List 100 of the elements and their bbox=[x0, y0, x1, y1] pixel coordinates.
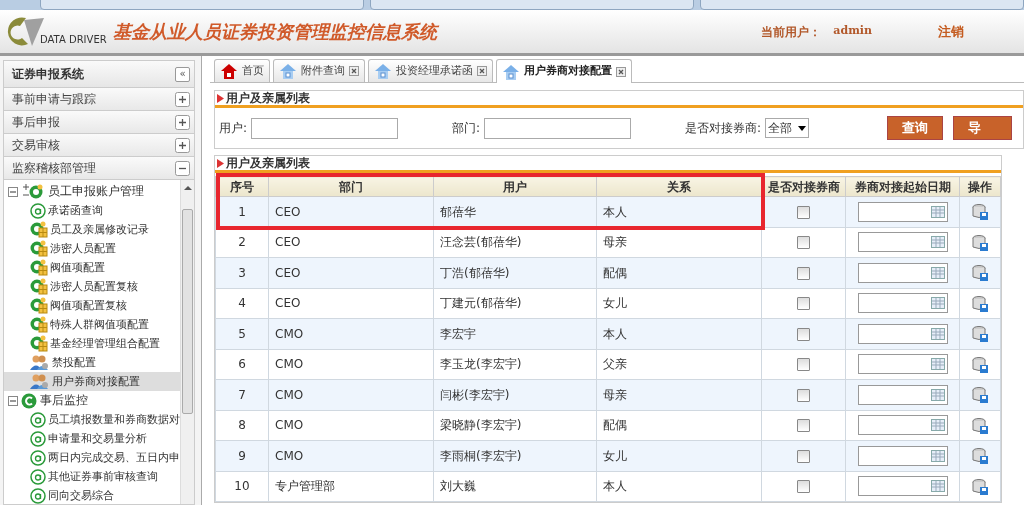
tree-item[interactable]: 阀值项配置复核 bbox=[4, 296, 180, 315]
input-field[interactable] bbox=[251, 117, 399, 139]
collapse-toggle[interactable] bbox=[8, 186, 18, 197]
tab[interactable]: 用户券商对接配置 bbox=[496, 59, 632, 83]
checkbox[interactable] bbox=[797, 449, 810, 463]
save-icon[interactable] bbox=[971, 355, 989, 374]
checkbox[interactable] bbox=[797, 327, 810, 341]
select-field[interactable]: 全部 bbox=[765, 118, 810, 138]
tree-item[interactable]: 两日内完成交易、五日内申 bbox=[4, 448, 180, 467]
date-field[interactable] bbox=[857, 293, 948, 314]
table-cell: 专户管理部 bbox=[268, 471, 434, 502]
collapse-button[interactable]: « bbox=[175, 66, 190, 82]
tree-item[interactable]: 禁投配置 bbox=[4, 353, 180, 372]
tree-item[interactable]: 用户券商对接配置 bbox=[4, 372, 180, 391]
calendar-icon[interactable] bbox=[930, 388, 945, 401]
tree-item[interactable]: 同向交易综合 bbox=[4, 486, 180, 504]
calendar-icon[interactable] bbox=[930, 480, 945, 493]
plus-icon[interactable] bbox=[175, 114, 190, 130]
save-icon[interactable] bbox=[971, 447, 989, 465]
checkbox[interactable] bbox=[797, 419, 810, 433]
users-icon bbox=[30, 373, 50, 390]
settings-page-icon bbox=[30, 221, 48, 238]
calendar-icon[interactable] bbox=[930, 205, 945, 218]
plus-icon[interactable] bbox=[175, 137, 190, 153]
checkbox[interactable] bbox=[797, 266, 810, 280]
table-cell: 5 bbox=[215, 318, 269, 349]
section-label[interactable]: 事后申报 bbox=[12, 113, 60, 131]
field-label: 部门: bbox=[452, 120, 481, 137]
tree-item[interactable]: 涉密人员配置 bbox=[4, 239, 180, 258]
table-cell: 母亲 bbox=[596, 379, 762, 410]
panel-title: 用户及亲属列表 bbox=[226, 155, 310, 172]
date-field[interactable] bbox=[857, 323, 948, 344]
calendar-icon[interactable] bbox=[930, 266, 945, 279]
scroll-up-icon[interactable] bbox=[183, 185, 192, 191]
table-cell: CMO bbox=[268, 318, 434, 349]
minus-icon[interactable] bbox=[175, 160, 190, 176]
tree-item[interactable]: 员工填报数量和券商数据对 bbox=[4, 410, 180, 429]
calendar-icon[interactable] bbox=[930, 327, 945, 340]
tree-folder[interactable]: 员工申报账户管理 bbox=[48, 182, 144, 201]
save-icon[interactable] bbox=[971, 233, 989, 252]
tree-item[interactable]: 涉密人员配置复核 bbox=[4, 277, 180, 296]
save-icon[interactable] bbox=[971, 477, 989, 496]
close-icon[interactable] bbox=[616, 66, 626, 77]
checkbox[interactable] bbox=[797, 358, 810, 372]
plus-icon[interactable] bbox=[175, 91, 190, 107]
table-cell: 母亲 bbox=[596, 227, 762, 258]
calendar-icon[interactable] bbox=[930, 236, 945, 249]
save-icon[interactable] bbox=[971, 416, 989, 435]
export-button[interactable]: 导 bbox=[953, 116, 1013, 140]
date-field[interactable] bbox=[857, 354, 948, 375]
query-button[interactable]: 查询 bbox=[887, 116, 944, 140]
date-field[interactable] bbox=[857, 415, 948, 436]
calendar-icon[interactable] bbox=[930, 358, 945, 371]
date-field[interactable] bbox=[857, 262, 948, 283]
table-cell: CMO bbox=[268, 349, 434, 380]
table-cell: 2 bbox=[215, 227, 269, 258]
section-label[interactable]: 交易审核 bbox=[12, 136, 60, 154]
checkbox[interactable] bbox=[797, 480, 810, 494]
date-field[interactable] bbox=[857, 445, 948, 466]
table-cell: 李雨桐(李宏宇) bbox=[433, 440, 597, 471]
date-field[interactable] bbox=[857, 384, 948, 405]
date-field[interactable] bbox=[857, 201, 948, 222]
close-icon[interactable] bbox=[349, 66, 359, 76]
tree-item[interactable]: 基金经理管理组合配置 bbox=[4, 334, 180, 353]
tree-item[interactable]: 特殊人群阀值项配置 bbox=[4, 315, 180, 334]
settings-page-icon bbox=[30, 259, 48, 276]
tree-item[interactable]: 阀值项配置 bbox=[4, 258, 180, 277]
page-icon bbox=[30, 202, 46, 219]
checkbox[interactable] bbox=[797, 205, 810, 219]
date-field[interactable] bbox=[857, 476, 948, 497]
table-cell: 配偶 bbox=[596, 257, 762, 288]
checkbox[interactable] bbox=[797, 388, 810, 402]
calendar-icon[interactable] bbox=[930, 419, 945, 432]
tree-item[interactable]: 申请量和交易量分析 bbox=[4, 429, 180, 448]
tab[interactable]: 首页 bbox=[214, 59, 270, 82]
checkbox[interactable] bbox=[797, 297, 810, 311]
close-icon[interactable] bbox=[477, 66, 487, 76]
collapse-toggle[interactable] bbox=[8, 395, 18, 406]
panel-title: 用户及亲属列表 bbox=[226, 90, 310, 107]
checkbox[interactable] bbox=[797, 236, 810, 250]
tab[interactable]: 投资经理承诺函 bbox=[368, 59, 493, 82]
tree-folder[interactable]: 事后监控 bbox=[40, 391, 88, 410]
tree-item[interactable]: 其他证券事前审核查询 bbox=[4, 467, 180, 486]
table-cell: 3 bbox=[215, 257, 269, 288]
calendar-icon[interactable] bbox=[930, 449, 945, 462]
tab[interactable]: 附件查询 bbox=[273, 59, 365, 82]
save-icon[interactable] bbox=[971, 325, 989, 343]
save-icon[interactable] bbox=[971, 294, 989, 313]
date-field[interactable] bbox=[857, 232, 948, 253]
table-cell: 丁建元(郁蓓华) bbox=[433, 288, 597, 319]
save-icon[interactable] bbox=[971, 264, 989, 282]
input-field[interactable] bbox=[484, 117, 632, 139]
save-icon[interactable] bbox=[971, 203, 989, 221]
field-label: 是否对接券商: bbox=[685, 120, 762, 137]
scrollbar[interactable] bbox=[180, 180, 194, 504]
logout-link[interactable]: 注销 bbox=[938, 21, 964, 42]
tree-item[interactable]: 员工及亲属修改记录 bbox=[4, 220, 180, 239]
tree-item[interactable]: 承诺函查询 bbox=[4, 201, 180, 220]
save-icon[interactable] bbox=[971, 386, 989, 404]
calendar-icon[interactable] bbox=[930, 297, 945, 310]
